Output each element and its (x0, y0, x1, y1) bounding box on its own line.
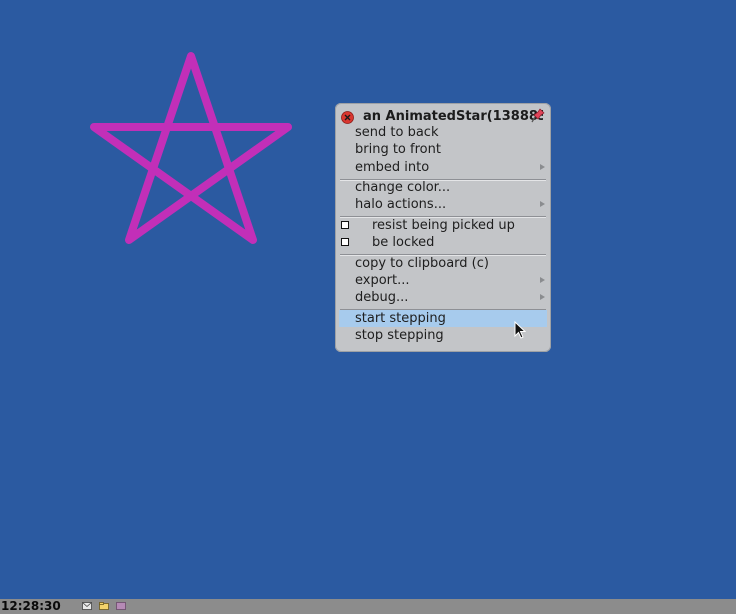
menu-item-embed-into[interactable]: embed into (339, 159, 547, 176)
mail-icon[interactable] (82, 602, 92, 610)
window-icon[interactable] (116, 602, 126, 610)
pin-icon[interactable] (531, 108, 545, 124)
submenu-arrow-icon (540, 294, 545, 300)
taskbar: 12:28:30 (0, 599, 736, 614)
menu-item-copy-to-clipboard[interactable]: copy to clipboard (c) (339, 255, 547, 272)
context-menu: an AnimatedStar(1388837) send to back br… (335, 103, 551, 352)
menu-item-resist-being-picked-up[interactable]: resist being picked up (339, 217, 547, 234)
menu-item-halo-actions[interactable]: halo actions... (339, 196, 547, 213)
menu-item-export[interactable]: export... (339, 272, 547, 289)
star-shape (90, 52, 292, 244)
close-icon[interactable] (341, 111, 354, 124)
animated-star[interactable] (84, 48, 300, 248)
submenu-arrow-icon (540, 164, 545, 170)
folder-icon[interactable] (99, 602, 109, 610)
menu-item-change-color[interactable]: change color... (339, 179, 547, 196)
menu-item-send-to-back[interactable]: send to back (339, 124, 547, 141)
submenu-arrow-icon (540, 277, 545, 283)
checkbox-icon[interactable] (341, 221, 349, 229)
checkbox-icon[interactable] (341, 238, 349, 246)
submenu-arrow-icon (540, 201, 545, 207)
clock: 12:28:30 (1, 599, 61, 613)
menu-item-debug[interactable]: debug... (339, 289, 547, 306)
menu-item-be-locked[interactable]: be locked (339, 234, 547, 251)
menu-item-bring-to-front[interactable]: bring to front (339, 141, 547, 158)
mouse-cursor-icon (514, 321, 526, 339)
